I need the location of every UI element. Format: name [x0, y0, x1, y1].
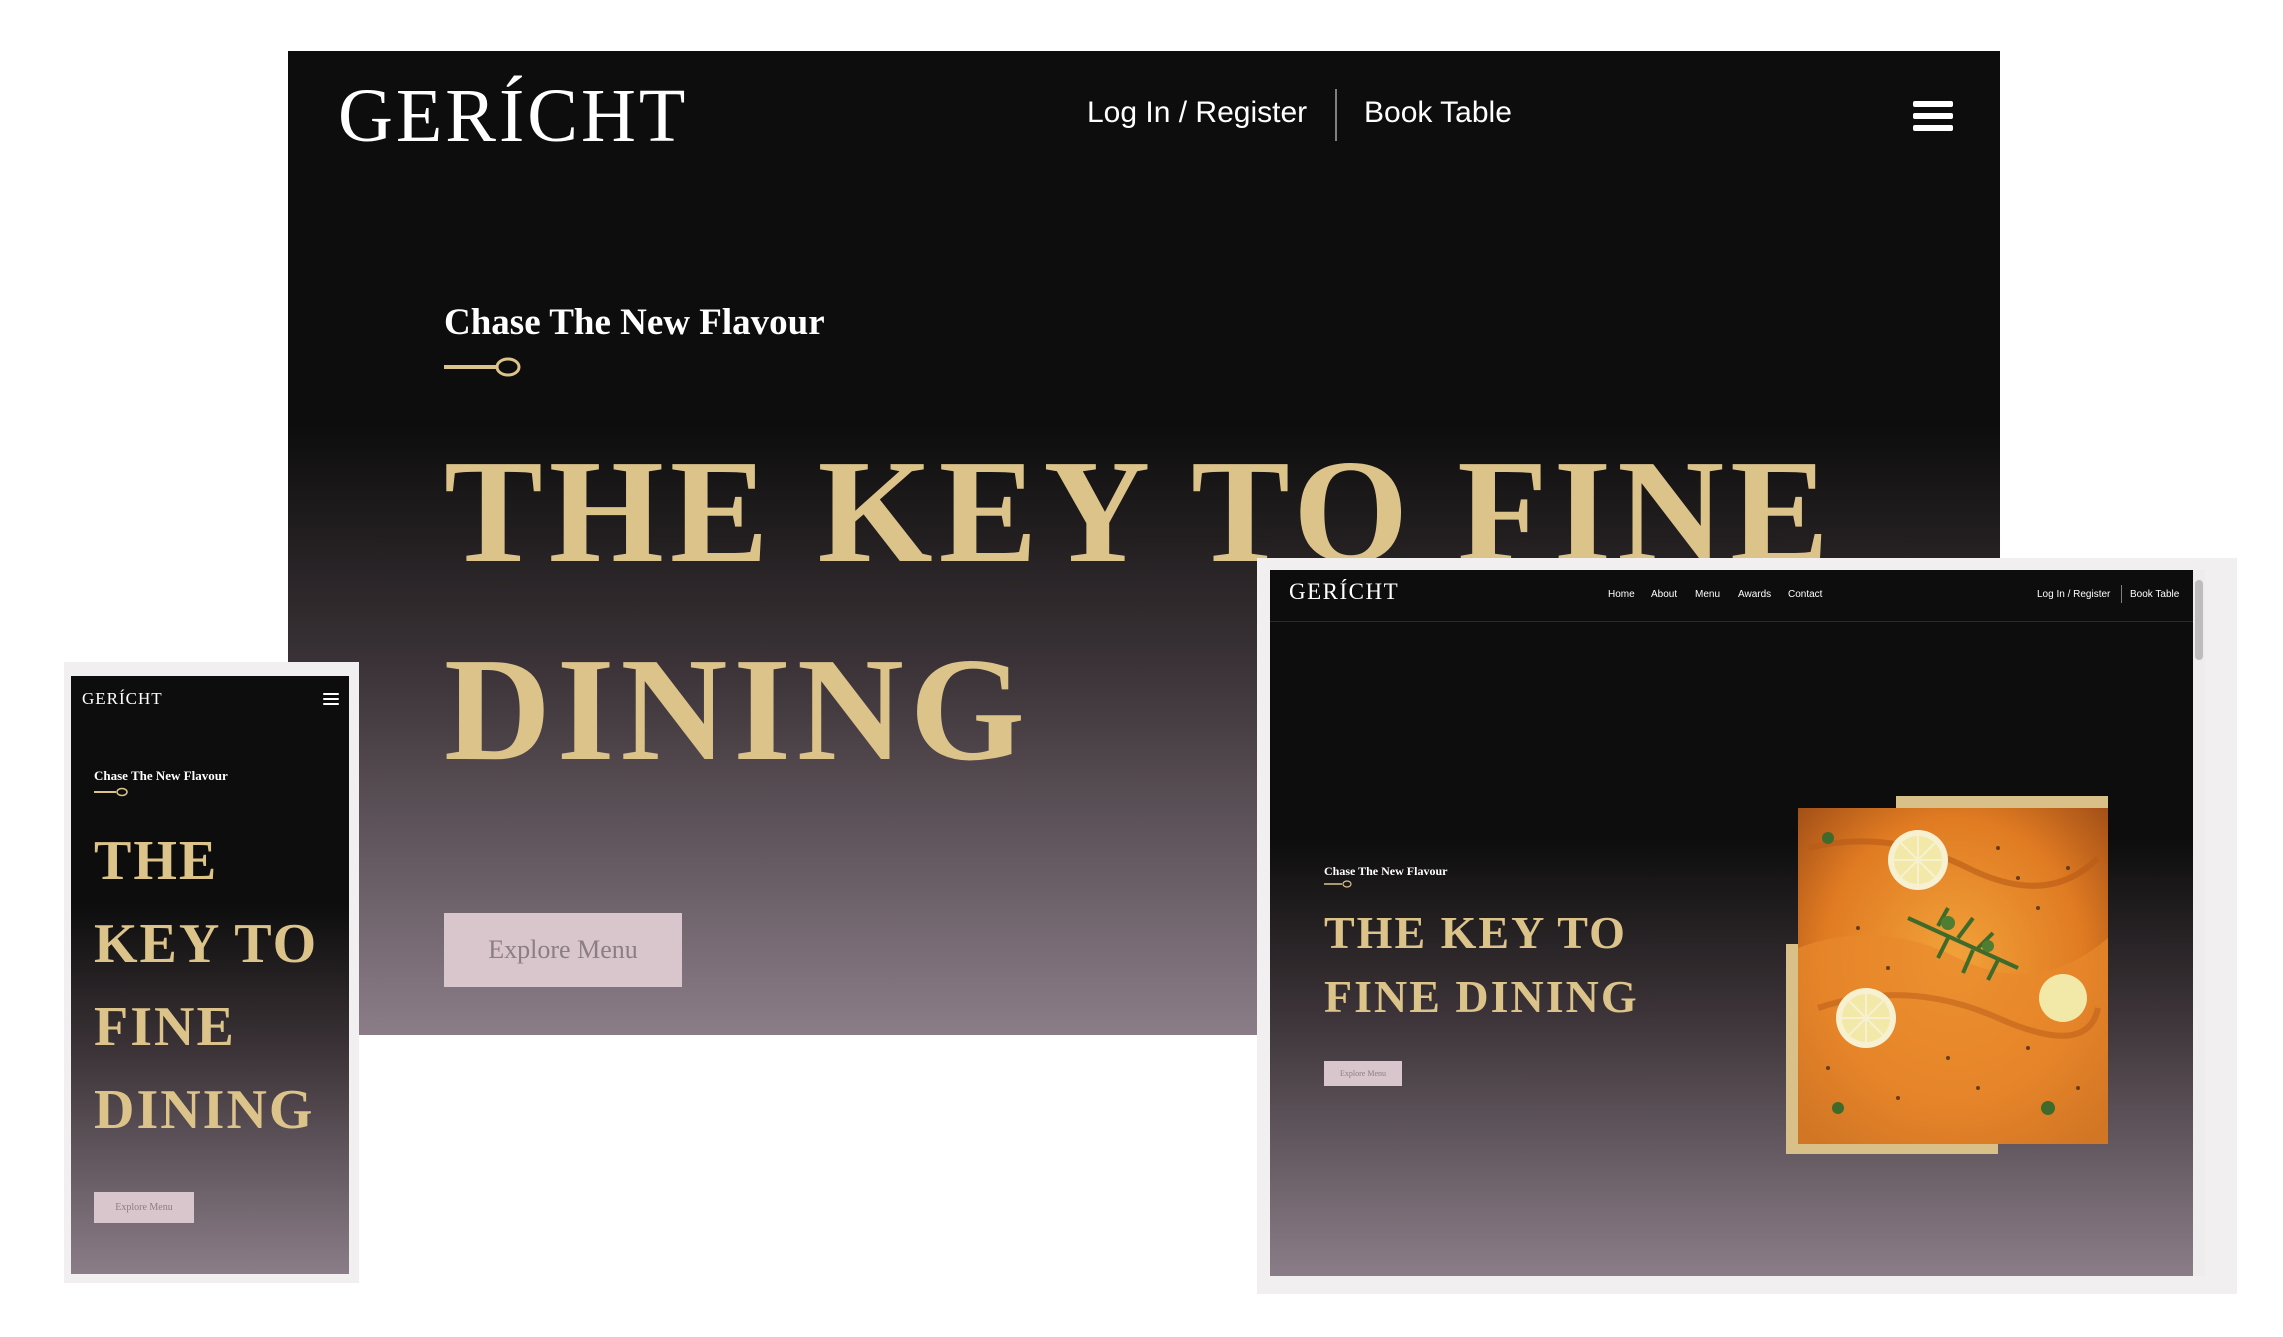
- nav-about[interactable]: About: [1651, 589, 1677, 600]
- brand-logo[interactable]: GERÍCHT: [1289, 579, 1399, 605]
- explore-menu-button[interactable]: Explore Menu: [1324, 1061, 1402, 1086]
- mobile-preview-frame: GERÍCHT Chase The New Flavour THE KEY TO…: [64, 662, 359, 1283]
- salmon-dish-image: [1798, 808, 2108, 1144]
- spoon-icon: [94, 787, 128, 797]
- brand-logo[interactable]: GERÍCHT: [338, 73, 688, 160]
- laptop-preview: GERÍCHT Home About Menu Awards Contact L…: [1270, 570, 2205, 1276]
- laptop-preview-frame: GERÍCHT Home About Menu Awards Contact L…: [1257, 558, 2237, 1294]
- nav-divider: [2121, 585, 2122, 603]
- hero-headline: THE KEY TO FINE DINING: [1324, 901, 1639, 1029]
- headline-line: THE KEY TO: [1324, 907, 1627, 958]
- tagline: Chase The New Flavour: [1324, 864, 1448, 878]
- book-table-link[interactable]: Book Table: [2130, 589, 2179, 600]
- login-register-link[interactable]: Log In / Register: [2037, 589, 2110, 600]
- nav-home[interactable]: Home: [1608, 589, 1635, 600]
- scrollbar[interactable]: [2193, 570, 2205, 1276]
- nav-menu[interactable]: Menu: [1695, 589, 1720, 600]
- scrollbar-thumb[interactable]: [2195, 580, 2203, 660]
- headline-line: KEY TO: [94, 913, 319, 975]
- nav-awards[interactable]: Awards: [1738, 589, 1771, 600]
- hero-headline: THE KEY TO FINE DINING: [94, 820, 344, 1152]
- nav-contact[interactable]: Contact: [1788, 589, 1822, 600]
- top-navbar: GERÍCHT Home About Menu Awards Contact L…: [1270, 570, 2205, 622]
- headline-line: DINING: [94, 1079, 315, 1141]
- menu-hamburger-icon[interactable]: [323, 693, 339, 708]
- spoon-icon: [444, 357, 521, 377]
- headline-line: FINE DINING: [1324, 971, 1639, 1022]
- hero-image: [1786, 796, 2116, 1154]
- menu-hamburger-icon[interactable]: [1913, 101, 1953, 137]
- tagline: Chase The New Flavour: [94, 768, 228, 783]
- explore-menu-button[interactable]: Explore Menu: [444, 913, 682, 987]
- login-register-link[interactable]: Log In / Register: [1087, 96, 1307, 130]
- headline-line: THE: [94, 830, 219, 892]
- spoon-icon: [1324, 880, 1352, 888]
- brand-logo[interactable]: GERÍCHT: [82, 689, 163, 709]
- explore-menu-button[interactable]: Explore Menu: [94, 1192, 194, 1223]
- headline-line: FINE: [94, 996, 236, 1058]
- mobile-preview: GERÍCHT Chase The New Flavour THE KEY TO…: [71, 676, 349, 1274]
- nav-divider: [1335, 89, 1337, 141]
- book-table-link[interactable]: Book Table: [1364, 96, 1512, 130]
- tagline: Chase The New Flavour: [444, 302, 825, 343]
